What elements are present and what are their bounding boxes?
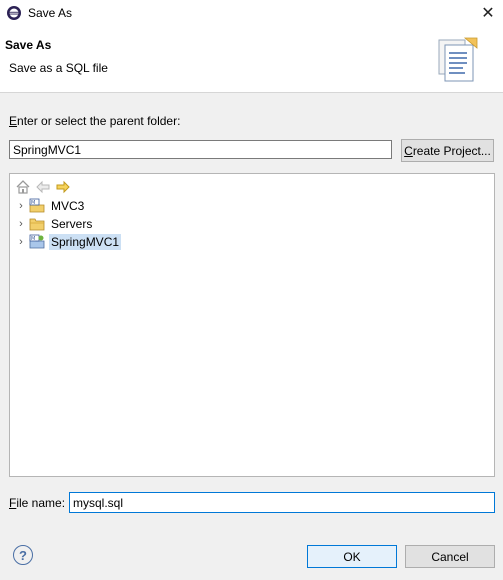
spring-project-icon: M bbox=[29, 234, 45, 249]
forward-arrow-icon[interactable] bbox=[55, 179, 71, 195]
help-button[interactable]: ? bbox=[13, 545, 33, 565]
tree-item-servers[interactable]: › Servers bbox=[15, 215, 94, 233]
parent-folder-label: Enter or select the parent folder: bbox=[9, 114, 181, 128]
tree-item-springmvc1[interactable]: › M SpringMVC1 bbox=[15, 233, 122, 251]
banner-description: Save as a SQL file bbox=[9, 61, 108, 75]
chevron-right-icon[interactable]: › bbox=[15, 197, 27, 215]
parent-folder-input[interactable] bbox=[9, 140, 392, 159]
title-bar: Save As ✕ bbox=[0, 0, 503, 27]
eclipse-icon bbox=[7, 6, 21, 20]
ok-button[interactable]: OK bbox=[307, 545, 397, 568]
close-icon: ✕ bbox=[481, 5, 495, 22]
wizard-banner: Save As Save as a SQL file bbox=[0, 26, 503, 93]
tree-item-mvc3[interactable]: › M MVC3 bbox=[15, 197, 86, 215]
file-name-input[interactable] bbox=[69, 492, 495, 513]
tree-toolbar bbox=[15, 179, 71, 195]
document-save-icon bbox=[438, 37, 478, 82]
tree-item-label: MVC3 bbox=[51, 199, 85, 213]
tree-item-label: Servers bbox=[51, 217, 93, 231]
cancel-button[interactable]: Cancel bbox=[405, 545, 495, 568]
close-button[interactable]: ✕ bbox=[473, 0, 503, 26]
chevron-right-icon[interactable]: › bbox=[15, 233, 27, 251]
project-tree[interactable]: › M MVC3 › Servers › M SpringMVC1 bbox=[9, 173, 495, 477]
svg-text:M: M bbox=[31, 200, 35, 206]
help-icon: ? bbox=[19, 547, 27, 563]
maven-project-icon: M bbox=[29, 198, 45, 213]
banner-title: Save As bbox=[5, 38, 52, 52]
back-arrow-icon[interactable] bbox=[35, 179, 51, 195]
create-project-button[interactable]: Create Project... bbox=[401, 139, 494, 162]
window-title: Save As bbox=[28, 6, 73, 20]
folder-icon bbox=[29, 218, 45, 231]
home-icon[interactable] bbox=[15, 179, 31, 195]
chevron-right-icon[interactable]: › bbox=[15, 215, 27, 233]
file-name-label: File name: bbox=[9, 496, 66, 510]
tree-item-label: SpringMVC1 bbox=[49, 234, 122, 250]
svg-text:M: M bbox=[31, 236, 35, 242]
